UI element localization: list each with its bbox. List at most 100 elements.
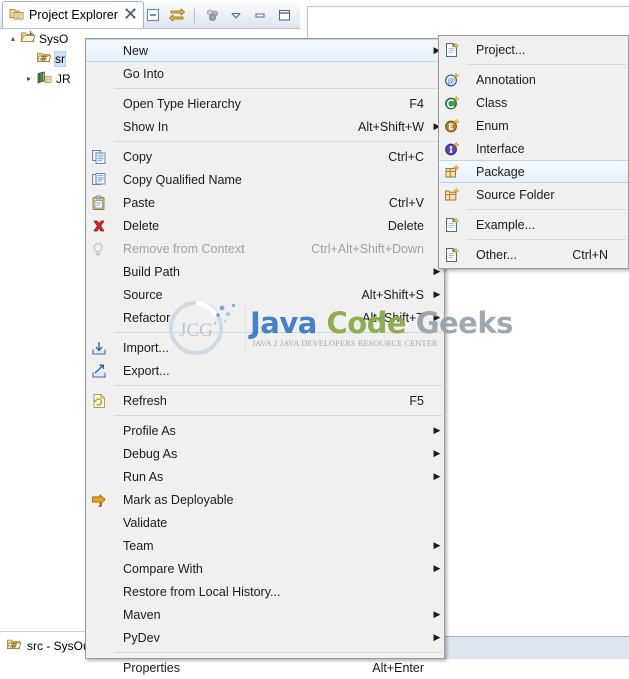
collapse-all-icon[interactable] (143, 5, 163, 25)
menu-item-export[interactable]: Export... (86, 359, 444, 382)
menu-item-no-icon (86, 466, 112, 488)
new-source-folder-icon (439, 184, 465, 206)
menu-item-example[interactable]: Example... (439, 213, 628, 236)
menu-item-mark-as-deployable[interactable]: Mark as Deployable (86, 488, 444, 511)
menu-item-source[interactable]: Source Alt+Shift+S ▶ (86, 283, 444, 306)
menu-item-label: Project... (476, 42, 526, 57)
menu-separator (114, 88, 442, 89)
menu-item-label: Copy Qualified Name (123, 172, 242, 187)
menu-item-accelerator: Alt+Shift+W (358, 119, 424, 134)
menu-item-no-icon (86, 284, 112, 306)
menu-item-maven[interactable]: Maven ▶ (86, 603, 444, 626)
view-toolbar (143, 4, 294, 26)
submenu-arrow-icon: ▶ (433, 471, 441, 481)
tree-expand-icon[interactable]: ▴ (6, 35, 20, 43)
menu-item-show-in[interactable]: Show In Alt+Shift+W ▶ (86, 115, 444, 138)
menu-item-label: Refresh (123, 393, 167, 408)
menu-item-refresh[interactable]: Refresh F5 (86, 389, 444, 412)
menu-item-profile-as[interactable]: Profile As ▶ (86, 419, 444, 442)
menu-item-label: Delete (123, 218, 160, 233)
menu-item-copy-qualified-name[interactable]: Copy Qualified Name (86, 168, 444, 191)
menu-item-paste[interactable]: Paste Ctrl+V (86, 191, 444, 214)
menu-item-label: Open Type Hierarchy (123, 96, 241, 111)
submenu-arrow-icon: ▶ (433, 448, 441, 458)
menu-item-label: Run As (123, 469, 164, 484)
toolbar-separator (194, 7, 195, 23)
menu-item-label: Go Into (123, 66, 164, 81)
minimize-icon[interactable] (250, 5, 270, 25)
menu-item-go-into[interactable]: Go Into (86, 62, 444, 85)
menu-item-label: Enum (476, 118, 509, 133)
menu-item-import[interactable]: Import... (86, 336, 444, 359)
submenu-arrow-icon: ▶ (433, 425, 441, 435)
view-tab-bar: Project Explorer (0, 0, 300, 29)
menu-item-annotation[interactable]: @ Annotation (439, 68, 628, 91)
menu-item-properties[interactable]: Properties Alt+Enter (86, 656, 444, 679)
menu-separator (467, 64, 626, 65)
menu-item-new[interactable]: New ▶ (86, 39, 444, 62)
menu-item-class[interactable]: Class (439, 91, 628, 114)
new-other-icon (439, 244, 465, 266)
menu-item-source-folder[interactable]: Source Folder (439, 183, 628, 206)
menu-item-accelerator: Ctrl+V (388, 195, 424, 210)
menu-item-no-icon (86, 420, 112, 442)
new-interface-icon (439, 138, 465, 160)
link-with-editor-icon[interactable] (167, 5, 187, 25)
delete-icon (86, 215, 112, 237)
view-menu-chevron-icon[interactable] (226, 5, 246, 25)
tab-project-explorer[interactable]: Project Explorer (2, 1, 144, 28)
java-project-icon (20, 30, 36, 48)
maximize-icon[interactable] (274, 5, 294, 25)
menu-item-compare-with[interactable]: Compare With ▶ (86, 557, 444, 580)
project-explorer-icon (9, 7, 24, 24)
menu-item-debug-as[interactable]: Debug As ▶ (86, 442, 444, 465)
menu-item-accelerator: Ctrl+C (388, 149, 424, 164)
close-icon[interactable] (125, 8, 136, 22)
source-folder-icon (36, 50, 52, 68)
menu-item-other[interactable]: Other... Ctrl+N (439, 243, 628, 266)
menu-separator (114, 652, 442, 653)
context-menu[interactable]: New ▶ Go Into Open Type Hierarchy F4 Show In A… (85, 38, 445, 675)
menu-item-no-icon (86, 307, 112, 329)
menu-item-interface[interactable]: Interface (439, 137, 628, 160)
menu-item-label: Paste (123, 195, 155, 210)
source-folder-icon (6, 637, 22, 655)
menu-item-validate[interactable]: Validate (86, 511, 444, 534)
new-class-icon (439, 92, 465, 114)
menu-item-label: Maven (123, 607, 161, 622)
menu-item-build-path[interactable]: Build Path ▶ (86, 260, 444, 283)
menu-item-copy[interactable]: Copy Ctrl+C (86, 145, 444, 168)
menu-separator (114, 385, 442, 386)
menu-item-label: Example... (476, 217, 536, 232)
menu-item-no-icon (86, 93, 112, 115)
menu-item-label: Profile As (123, 423, 176, 438)
menu-item-run-as[interactable]: Run As ▶ (86, 465, 444, 488)
menu-item-label: Source (123, 287, 163, 302)
menu-item-no-icon (86, 581, 112, 603)
menu-item-label: Show In (123, 119, 169, 134)
menu-separator (114, 141, 442, 142)
menu-item-open-type-hierarchy[interactable]: Open Type Hierarchy F4 (86, 92, 444, 115)
tree-expand-icon[interactable]: ▸ (22, 75, 36, 83)
menu-item-label: Compare With (123, 561, 203, 576)
export-icon (86, 360, 112, 382)
menu-item-enum[interactable]: Enum (439, 114, 628, 137)
menu-item-team[interactable]: Team ▶ (86, 534, 444, 557)
focus-on-active-task-icon[interactable] (202, 5, 222, 25)
menu-item-package[interactable]: Package (439, 160, 628, 183)
menu-item-no-icon (86, 63, 112, 85)
menu-item-refactor[interactable]: Refactor Alt+Shift+T ▶ (86, 306, 444, 329)
menu-separator (467, 239, 626, 240)
menu-item-label: Export... (123, 363, 170, 378)
menu-item-project[interactable]: Project... (439, 38, 628, 61)
menu-item-pydev[interactable]: PyDev ▶ (86, 626, 444, 649)
mark-as-deployable-icon (86, 489, 112, 511)
menu-item-delete[interactable]: Delete Delete (86, 214, 444, 237)
menu-item-accelerator: Delete (387, 218, 424, 233)
menu-item-label: Properties (123, 660, 180, 675)
new-submenu[interactable]: Project... @ Annotation Class Enum Interface P… (438, 35, 629, 269)
new-example-icon (439, 214, 465, 236)
menu-item-restore-from-local-history[interactable]: Restore from Local History... (86, 580, 444, 603)
import-icon (86, 337, 112, 359)
paste-icon (86, 192, 112, 214)
